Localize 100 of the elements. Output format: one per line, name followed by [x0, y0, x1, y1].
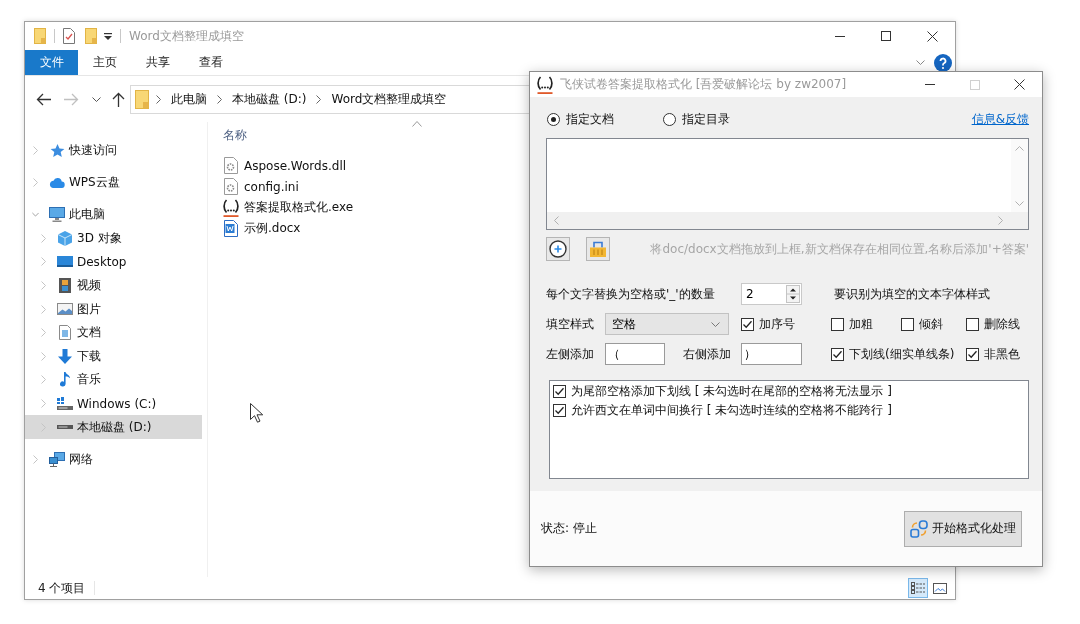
mouse-pointer-icon	[250, 403, 263, 423]
file-item[interactable]: Aspose.Words.dll	[223, 155, 351, 176]
chevron-down-icon	[91, 96, 101, 102]
scroll-up-icon	[1015, 146, 1024, 151]
view-button[interactable]	[908, 578, 928, 598]
bracket-ellipsis-icon	[222, 198, 240, 217]
start-button[interactable]: 开始格式化处理	[904, 510, 1022, 547]
breadcrumb-chevron-icon[interactable]	[316, 94, 322, 104]
field-label: 右侧添加	[683, 345, 731, 363]
window-title: Word文档整理成填空	[129, 27, 244, 45]
status-text: 状态: 停止	[541, 520, 597, 537]
down-arrow-icon	[58, 348, 72, 364]
nav-item[interactable]: 快速访问	[25, 139, 202, 163]
help-icon[interactable]	[934, 53, 952, 72]
breadcrumb-chevron-icon[interactable]	[217, 94, 222, 104]
film-icon	[59, 278, 71, 294]
file-item[interactable]: 答案提取格式化.exe	[223, 197, 358, 218]
nav-item[interactable]: 3D 对象	[25, 226, 202, 251]
checked-document-icon[interactable]	[63, 28, 75, 44]
text-field[interactable]: ）	[741, 343, 802, 365]
file-list-box[interactable]	[546, 138, 1029, 230]
maximize-icon	[881, 31, 891, 41]
drive-icon	[57, 425, 73, 430]
nav-item[interactable]: 下载	[25, 344, 202, 369]
checkbox[interactable]	[553, 404, 566, 417]
chevron-down-icon	[711, 321, 720, 327]
forward-arrow-icon	[63, 92, 79, 106]
file-item[interactable]: 示例.docx	[223, 218, 305, 239]
nav-item[interactable]: 图片	[25, 297, 202, 321]
network-icon	[49, 451, 65, 467]
nav-item[interactable]: 音乐	[25, 368, 202, 392]
gear-document-icon	[224, 178, 238, 195]
number-field[interactable]: 2	[741, 283, 802, 305]
nav-item[interactable]: Windows (C:)	[25, 391, 202, 416]
checkbox-label: 倾斜	[919, 315, 943, 333]
radio-button[interactable]	[663, 112, 676, 126]
checkbox[interactable]	[966, 347, 979, 361]
maximize-icon	[969, 79, 980, 90]
gear-document-icon	[224, 157, 238, 174]
spin-arrows-icon[interactable]	[786, 285, 800, 303]
address-bar[interactable]: 此电脑 本地磁盘 (D:) Word文档整理成填空	[130, 84, 530, 114]
section-heading: 要识别为填空的文本字体样式	[834, 285, 990, 303]
add-button[interactable]	[546, 237, 570, 261]
column-header[interactable]: 名称	[223, 127, 251, 144]
close-icon	[926, 30, 938, 42]
clear-button[interactable]	[586, 237, 610, 261]
nav-item[interactable]: 视频	[25, 273, 202, 298]
star-icon	[49, 143, 65, 158]
monitor-icon	[49, 207, 65, 223]
checkbox[interactable]	[901, 317, 914, 331]
nav-item[interactable]: 文档	[25, 320, 202, 345]
dropdown[interactable]: 空格	[605, 313, 729, 335]
breadcrumb-item[interactable]: Word文档整理成填空	[328, 90, 450, 108]
radio-button[interactable]	[547, 112, 560, 126]
nav-item[interactable]: 本地磁盘 (D:)	[25, 415, 202, 439]
nav-item[interactable]: 网络	[25, 447, 202, 471]
item-count: 4 个项目	[38, 579, 86, 597]
scroll-down-icon	[1015, 201, 1024, 206]
checkbox[interactable]	[966, 317, 979, 331]
breadcrumb-chevron-icon[interactable]	[156, 94, 161, 104]
cloud-icon	[49, 177, 65, 189]
breadcrumb-item[interactable]: 本地磁盘 (D:)	[229, 90, 310, 108]
checkbox[interactable]	[553, 385, 566, 398]
nav-item[interactable]: Desktop	[25, 250, 202, 274]
window-title: 飞侠试卷答案提取格式化 [吾爱破解论坛 by zw2007]	[560, 76, 847, 93]
checkbox[interactable]	[831, 317, 844, 331]
info-link[interactable]: 信息&反馈	[971, 110, 1029, 128]
plus-circle-icon	[549, 240, 567, 258]
minimize-icon	[835, 35, 845, 37]
radio-label: 指定目录	[682, 110, 730, 128]
close-icon	[1014, 79, 1025, 90]
checkbox[interactable]	[831, 347, 844, 361]
file-item[interactable]: config.ini	[223, 176, 303, 197]
text-field[interactable]: （	[605, 343, 665, 365]
ribbon-tab[interactable]: 主页	[78, 50, 131, 75]
up-arrow-icon	[111, 91, 125, 107]
checkbox-label: 加粗	[849, 315, 873, 333]
checkbox-label: 删除线	[984, 315, 1020, 333]
drive-icon	[57, 397, 73, 410]
squares-arrows-icon	[910, 519, 928, 538]
minimize-icon	[924, 84, 935, 85]
ribbon-tab[interactable]: 共享	[131, 50, 184, 75]
ribbon-tab[interactable]: 查看	[184, 50, 237, 75]
customize-dropdown-icon[interactable]	[104, 32, 112, 40]
nav-item[interactable]: 此电脑	[25, 202, 202, 227]
screen-icon	[57, 256, 73, 268]
ribbon-tab[interactable]: 文件	[25, 50, 78, 75]
sort-caret-icon	[412, 121, 422, 127]
field-label: 左侧添加	[546, 345, 594, 363]
horizontal-scrollbar[interactable]	[547, 212, 1028, 229]
checkbox[interactable]	[741, 317, 754, 331]
back-arrow-icon	[36, 92, 51, 106]
field-label: 填空样式	[546, 315, 594, 333]
breadcrumb-item[interactable]: 此电脑	[168, 90, 210, 108]
vertical-scrollbar[interactable]	[1011, 139, 1028, 212]
nav-item[interactable]: WPS云盘	[25, 171, 202, 195]
expand-ribbon-icon[interactable]	[916, 60, 925, 65]
document-icon	[59, 325, 71, 341]
document-icon	[224, 220, 238, 237]
basket-icon	[590, 241, 606, 257]
